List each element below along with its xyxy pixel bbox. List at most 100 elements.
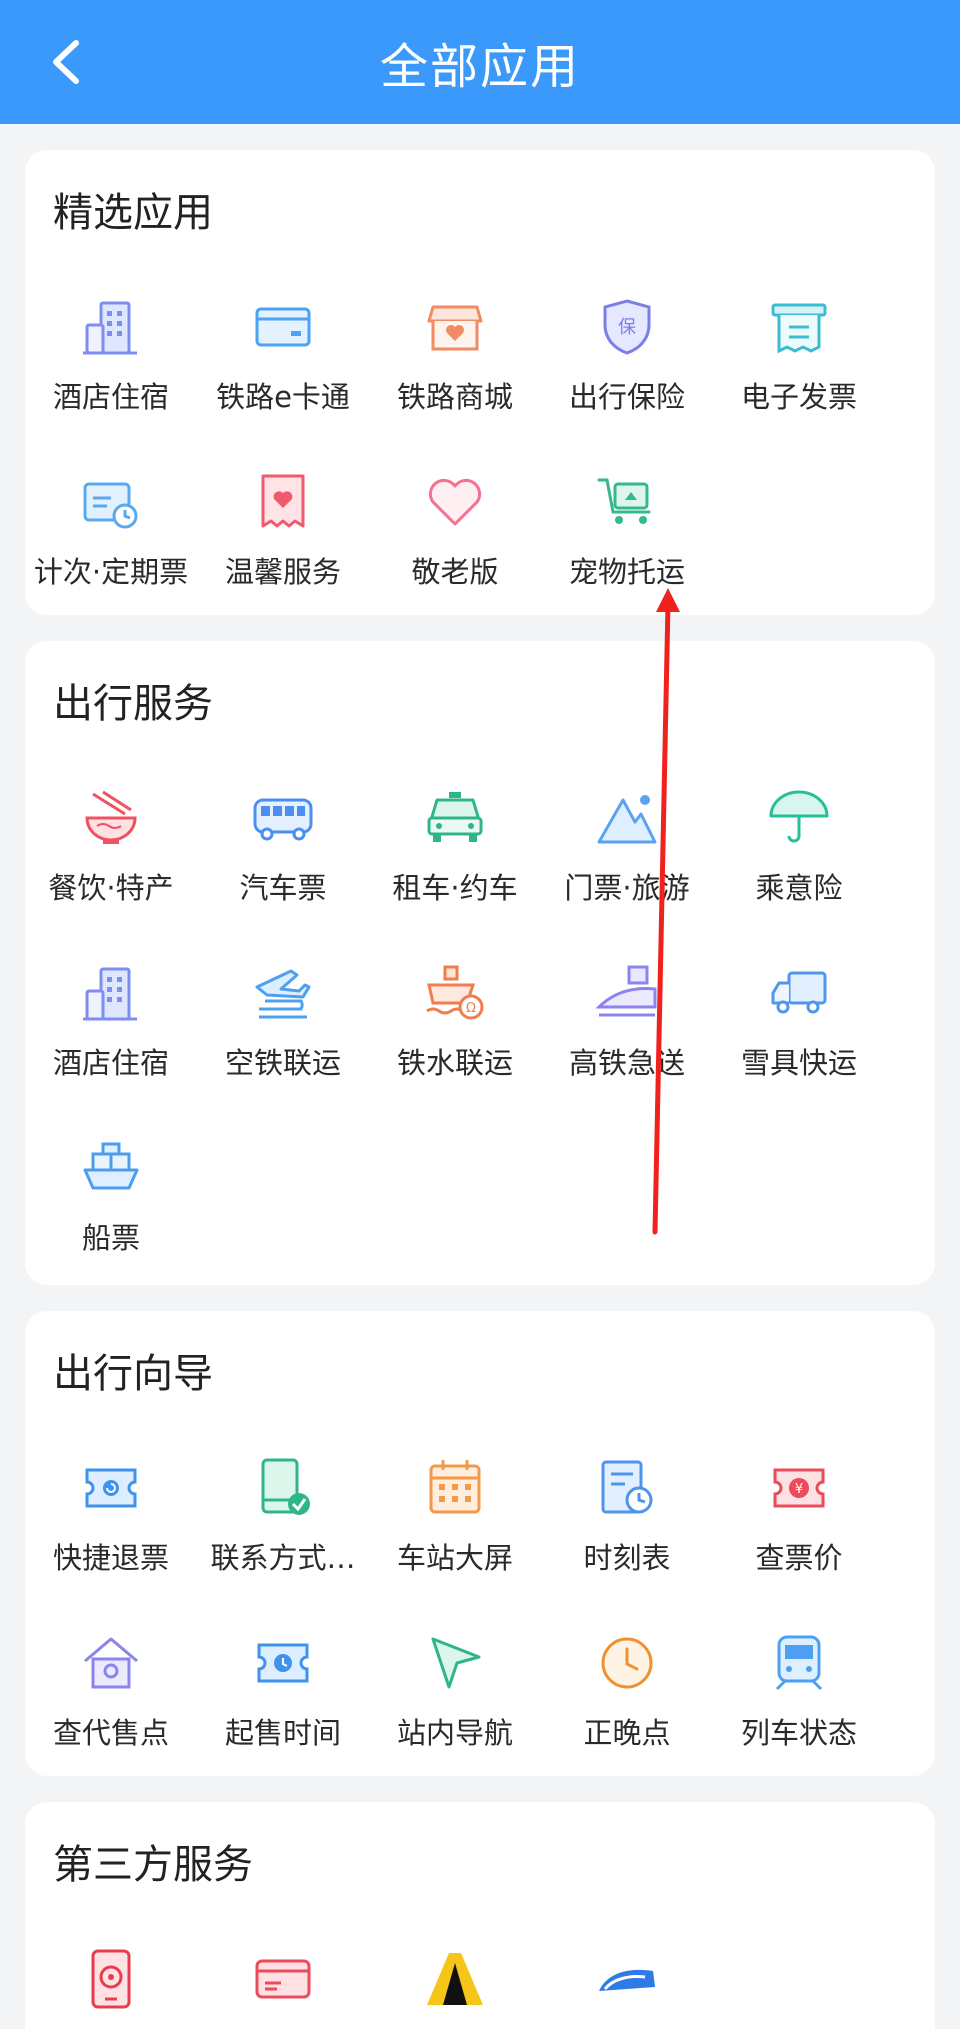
app-label: 温馨服务 [224,555,341,589]
section-card-travel-services: 出行服务 餐饮·特产 汽车票 租车·约车 门票·旅游 乘意险酒店住宿 空铁联运 Ω 铁水联运 高… [25,641,935,1285]
contact-phone-icon [248,1453,318,1523]
app-item[interactable]: 正晚点 [541,1626,713,1801]
app-item[interactable]: 查代售点 [25,1626,197,1801]
app-item[interactable]: 中铁银通 [197,1942,369,2029]
app-item[interactable]: 敬老版 [369,465,541,640]
app-item[interactable]: 列车状态 [713,1626,885,1801]
app-grid: 酒店住宿 铁路e卡通 铁路商城保出行保险 电子发票 计次·定期票 温馨服务 敬老版 宠物托运 [25,290,935,640]
hotel-icon [76,958,146,1028]
app-label: 时刻表 [583,1541,671,1575]
app-label: 车站大屏 [396,1541,513,1575]
calendar-screen-icon [420,1453,490,1523]
app-item[interactable]: 站内导航 [369,1626,541,1801]
app-label: 租车·约车 [392,871,518,905]
app-item[interactable]: 酒店住宿 [25,956,197,1131]
app-item[interactable]: 乘意险 [713,781,885,956]
invoice-icon [764,292,834,362]
price-ticket-icon: ¥ [764,1453,834,1523]
top-bar: 全部应用 [0,0,960,124]
app-label: 门票·旅游 [564,871,690,905]
svg-text:保: 保 [618,317,636,338]
section-card-travel-guide: 出行向导 快捷退票 联系方式… 车站大屏 时刻表 ¥ 查票价 查代售点 起售时间 站内导航 正晚点… [25,1311,935,1776]
app-item[interactable]: 高铁急送 [541,956,713,1131]
app-label: 查代售点 [52,1716,169,1750]
app-item[interactable]: 车站大屏 [369,1451,541,1626]
app-item[interactable]: 起售时间 [197,1626,369,1801]
app-grid: 快捷退票 联系方式… 车站大屏 时刻表 ¥ 查票价查代售点 起售时间 站内导航 正晚点 列车状态 [25,1451,935,1801]
sale-time-icon [248,1628,318,1698]
navigation-icon [420,1628,490,1698]
noodle-bowl-icon [76,783,146,853]
app-label: 电子发票 [740,380,857,414]
app-item[interactable]: 保出行保险 [541,290,713,465]
card-icon [248,292,318,362]
app-item[interactable]: 宠物托运 [541,465,713,640]
app-label: 铁路商城 [396,380,513,414]
ship-train-icon: Ω [420,958,490,1028]
heart-card-icon [248,467,318,537]
app-label: 列车状态 [740,1716,857,1750]
app-label: 敬老版 [411,555,499,589]
app-item[interactable]: 时刻表 [541,1451,713,1626]
app-item[interactable]: 酒店住宿 [25,290,197,465]
app-label: 铁水联运 [396,1046,513,1080]
app-label: 雪具快运 [740,1046,857,1080]
refund-ticket-icon [76,1453,146,1523]
app-label: 站内导航 [396,1716,513,1750]
app-item[interactable]: 快捷退票 [25,1451,197,1626]
app-label: 铁路e卡通 [216,380,350,414]
heart-icon [420,467,490,537]
tent-icon [420,1944,490,2014]
app-label: 出行保险 [568,380,685,414]
app-item[interactable]: ¥ 查票价 [713,1451,885,1626]
mountain-icon [592,783,662,853]
page-title: 全部应用 [379,39,580,95]
app-item[interactable]: 铁路商城 [369,290,541,465]
section-title: 出行服务 [53,681,213,727]
shop-icon [420,292,490,362]
bus-icon [248,783,318,853]
app-grid: 餐饮·特产 汽车票 租车·约车 门票·旅游 乘意险酒店住宿 空铁联运 Ω 铁水联运 高铁急送 雪具… [25,781,935,1306]
bank-card-icon [248,1944,318,2014]
app-item[interactable]: 计次·定期票 [25,465,197,640]
fast-delivery-icon [592,958,662,1028]
app-label: 高铁急送 [568,1046,685,1080]
section-card-featured: 精选应用 酒店住宿 铁路e卡通 铁路商城保出行保险 电子发票 计次·定期票 温馨服务 敬老版… [25,150,935,615]
app-label: 查票价 [755,1541,843,1575]
app-item[interactable]: 租车·约车 [369,781,541,956]
app-item[interactable]: Ω 铁水联运 [369,956,541,1131]
app-label: 餐饮·特产 [48,871,174,905]
app-label: 船票 [81,1221,140,1255]
app-label: 起售时间 [224,1716,341,1750]
svg-text:Ω: Ω [466,1001,476,1016]
app-label: 联系方式… [210,1541,356,1575]
app-item[interactable]: 铁路e卡通 [197,290,369,465]
app-item[interactable]: 出行所求 [369,1942,541,2029]
app-label: 空铁联运 [224,1046,341,1080]
app-item[interactable]: 电子发票 [713,290,885,465]
ship-icon [76,1133,146,1203]
app-label: 酒店住宿 [52,1046,169,1080]
train-icon [764,1628,834,1698]
app-item[interactable]: 空铁联运 [197,956,369,1131]
umbrella-icon [764,783,834,853]
hotel-icon [76,292,146,362]
app-item[interactable]: 温馨服务 [197,465,369,640]
section-card-third-party: 第三方服务 联通业务中铁银通出行所求汽车托运 [25,1802,935,2029]
app-item[interactable]: 汽车托运 [541,1942,713,2029]
app-item[interactable]: 汽车票 [197,781,369,956]
app-item[interactable]: 联系方式… [197,1451,369,1626]
app-item[interactable]: 门票·旅游 [541,781,713,956]
car-shipping-icon [592,1944,662,2014]
app-label: 乘意险 [755,871,843,905]
app-item[interactable]: 餐饮·特产 [25,781,197,956]
ticket-clock-icon [76,467,146,537]
app-label: 酒店住宿 [52,380,169,414]
clock-icon [592,1628,662,1698]
app-item[interactable]: 联通业务 [25,1942,197,2029]
section-title: 第三方服务 [53,1842,253,1888]
truck-icon [764,958,834,1028]
svg-text:¥: ¥ [795,1482,803,1497]
app-item[interactable]: 雪具快运 [713,956,885,1131]
app-item[interactable]: 船票 [25,1131,197,1306]
